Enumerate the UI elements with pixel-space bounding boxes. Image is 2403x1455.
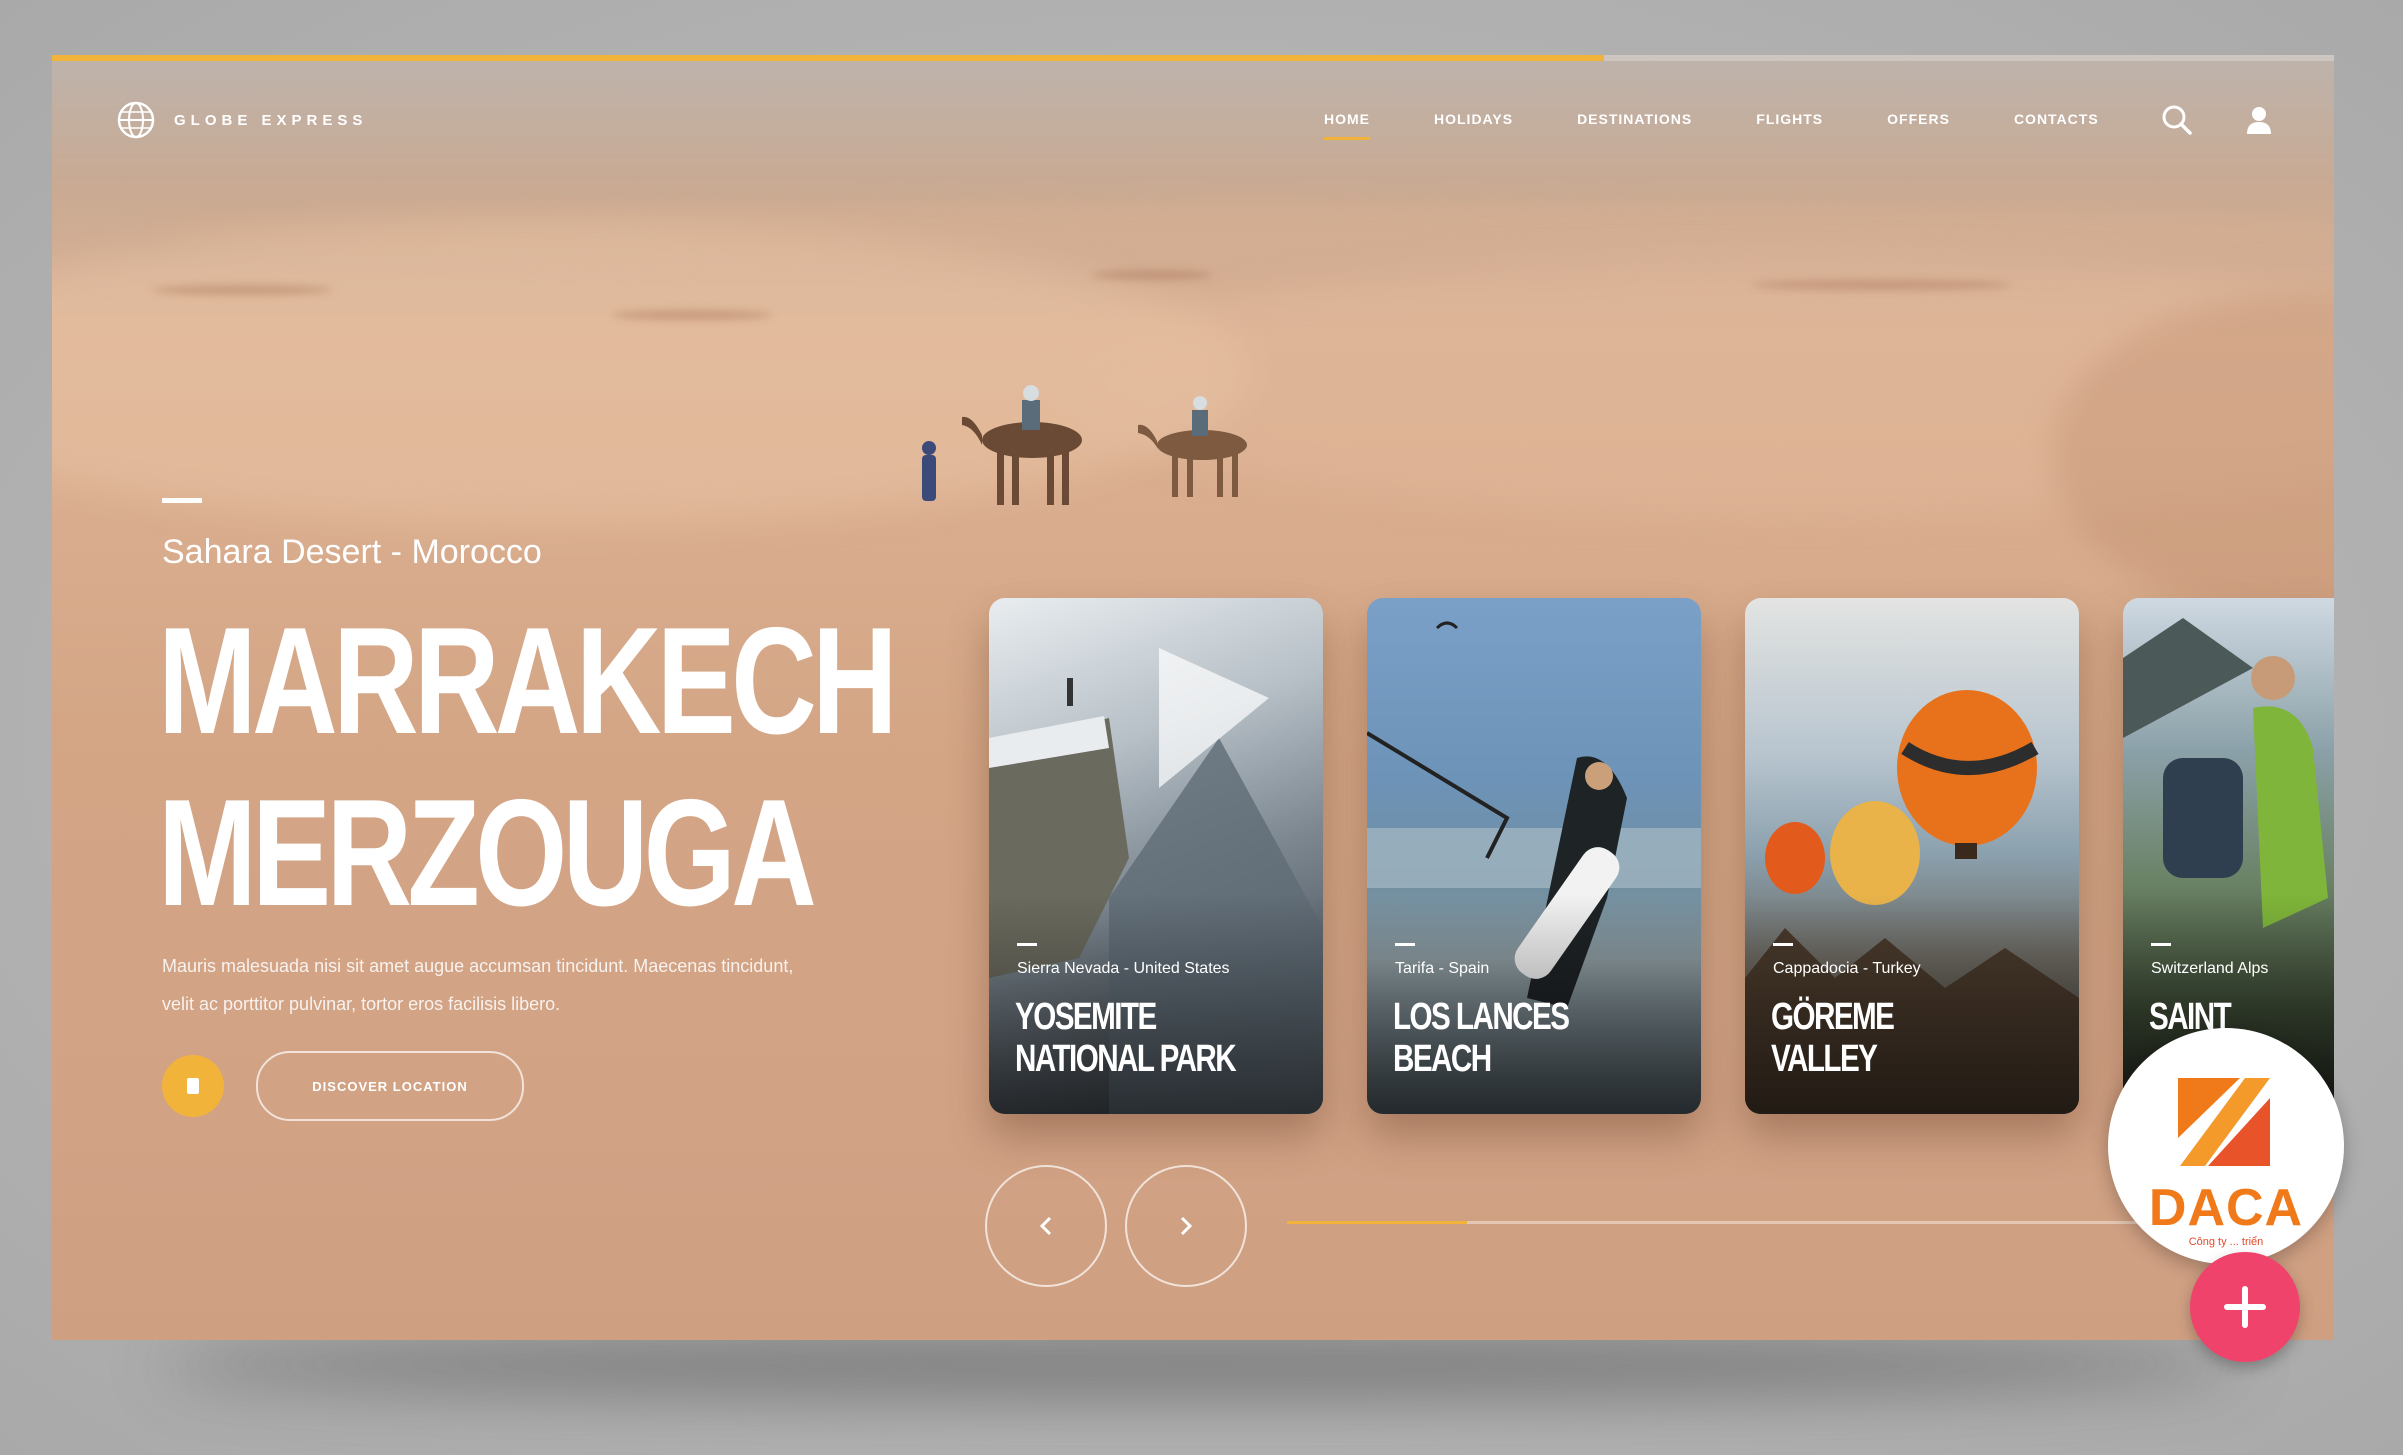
- card-location: Tarifa - Spain: [1395, 960, 1490, 977]
- main-nav: HOME HOLIDAYS DESTINATIONS FLIGHTS OFFER…: [1292, 111, 2131, 140]
- card-title-line-2: NATIONAL PARK: [1015, 1038, 1237, 1080]
- watermark-tagline: Công ty ... triển: [2188, 1236, 2264, 1248]
- card-dash: [1017, 943, 1037, 946]
- camel-caravan-illustration: [922, 385, 1247, 505]
- brand-name: GLOBE EXPRESS: [174, 111, 368, 129]
- daca-logo-icon: [2178, 1078, 2270, 1166]
- dune-ridge: [612, 310, 772, 320]
- brand-logo[interactable]: GLOBE EXPRESS: [116, 100, 367, 140]
- hero-title-line-1: MARRAKECH: [158, 596, 898, 766]
- nav-offers[interactable]: OFFERS: [1855, 111, 1982, 127]
- user-icon[interactable]: [2242, 103, 2276, 137]
- card-title-line-2: BEACH: [1393, 1038, 1492, 1080]
- hero-dash: [162, 498, 202, 503]
- destination-card-los-lances[interactable]: Tarifa - Spain LOS LANCES BEACH: [1367, 598, 1701, 1114]
- nav-destinations[interactable]: DESTINATIONS: [1545, 111, 1724, 127]
- dune-ridge: [1092, 270, 1212, 280]
- chevron-right-icon: [1180, 1216, 1193, 1236]
- watermark-name: DACA: [2148, 1179, 2304, 1237]
- plus-icon: [2224, 1286, 2266, 1328]
- search-icon[interactable]: [2160, 103, 2194, 137]
- page-shadow: [160, 1330, 2240, 1400]
- bookmark-icon: [187, 1078, 199, 1094]
- card-title: LOS LANCES BEACH: [1393, 996, 1570, 1080]
- slider-prev-button[interactable]: [985, 1165, 1107, 1287]
- chevron-left-icon: [1039, 1216, 1052, 1236]
- card-title: YOSEMITE NATIONAL PARK: [1015, 996, 1237, 1080]
- nav-home[interactable]: HOME: [1292, 111, 1402, 140]
- card-dash: [1773, 943, 1793, 946]
- nav-flights[interactable]: FLIGHTS: [1724, 111, 1855, 127]
- hero-title-line-2: MERZOUGA: [158, 768, 817, 938]
- hero-subtitle: Sahara Desert - Morocco: [162, 533, 542, 571]
- nav-contacts[interactable]: CONTACTS: [1982, 111, 2131, 127]
- dune-ridge: [1752, 280, 2012, 290]
- page-progress-bar: [52, 55, 1604, 61]
- discover-location-button[interactable]: DISCOVER LOCATION: [256, 1051, 524, 1121]
- card-dash: [2151, 943, 2171, 946]
- card-title-line-1: GÖREME: [1771, 996, 1895, 1038]
- hero-title: MARRAKECH MERZOUGA: [158, 595, 898, 939]
- destination-card-yosemite[interactable]: Sierra Nevada - United States YOSEMITE N…: [989, 598, 1323, 1114]
- card-location: Cappadocia - Turkey: [1773, 960, 1921, 977]
- dune-ridge: [152, 285, 332, 295]
- website-mockup: GLOBE EXPRESS HOME HOLIDAYS DESTINATIONS…: [52, 55, 2334, 1340]
- watermark-logo: DACA Công ty ... triển: [2108, 1028, 2344, 1264]
- add-button[interactable]: [2190, 1252, 2300, 1362]
- card-dash: [1395, 943, 1415, 946]
- card-location: Sierra Nevada - United States: [1017, 960, 1230, 977]
- card-location: Switzerland Alps: [2151, 960, 2269, 977]
- slider-next-button[interactable]: [1125, 1165, 1247, 1287]
- hero-description: Mauris malesuada nisi sit amet augue acc…: [162, 956, 794, 1014]
- nav-holidays[interactable]: HOLIDAYS: [1402, 111, 1545, 127]
- slider-progress-fill: [1287, 1221, 1467, 1224]
- card-title-line-1: LOS LANCES: [1393, 996, 1570, 1038]
- page-progress-track: [1603, 55, 2334, 61]
- globe-icon: [117, 101, 155, 139]
- destination-card-goreme[interactable]: Cappadocia - Turkey GÖREME VALLEY: [1745, 598, 2079, 1114]
- card-title-line-1: YOSEMITE: [1015, 996, 1157, 1038]
- bookmark-button[interactable]: [162, 1055, 224, 1117]
- card-title: GÖREME VALLEY: [1771, 996, 1895, 1080]
- slider-progress-track: [1287, 1221, 2187, 1224]
- card-title-line-2: VALLEY: [1771, 1038, 1878, 1080]
